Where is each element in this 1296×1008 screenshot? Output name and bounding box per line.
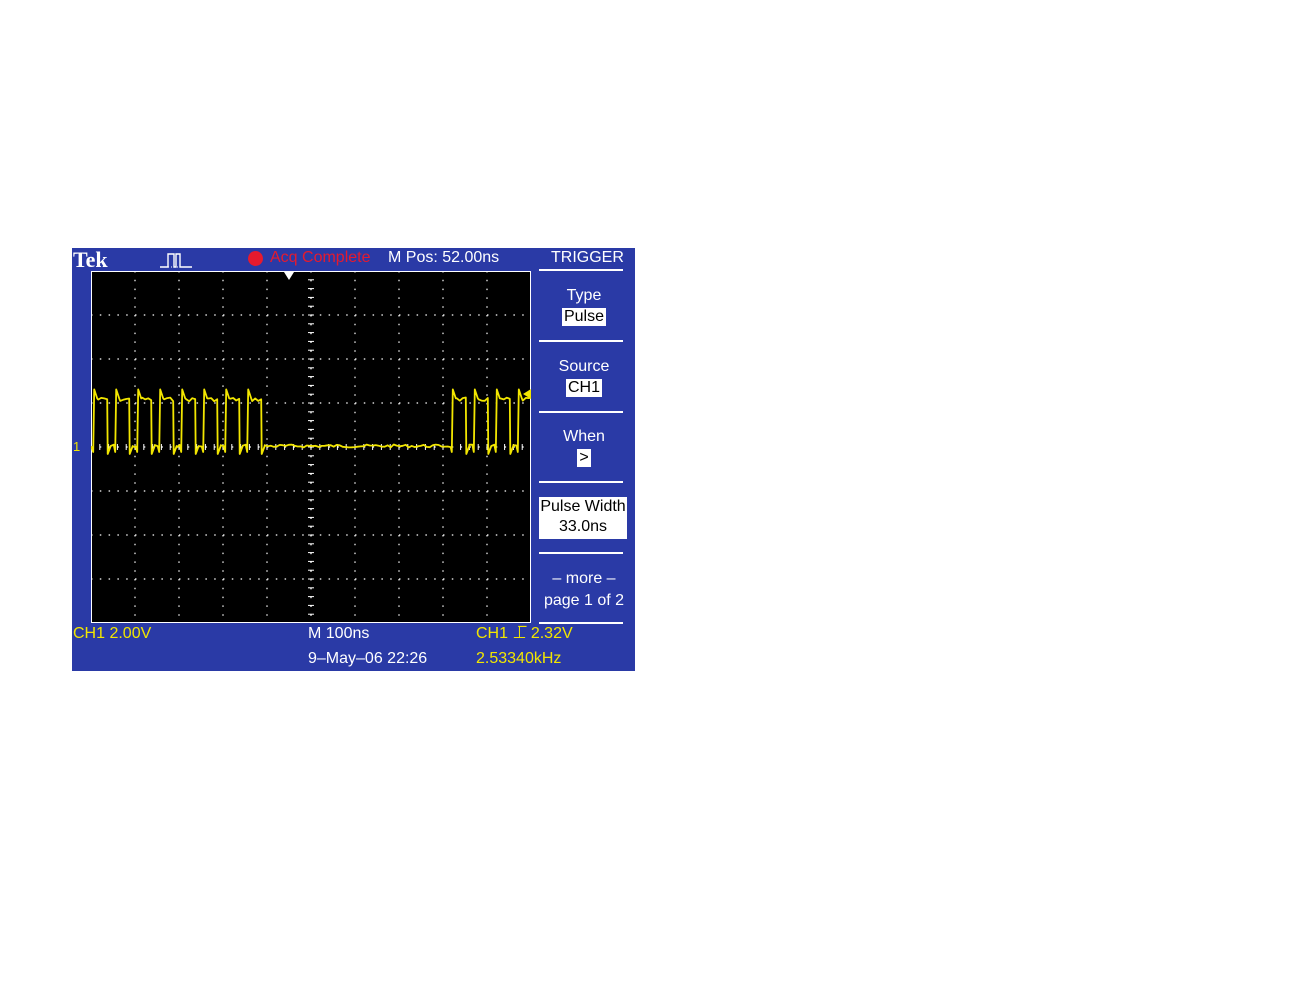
acquisition-status: Acq Complete — [270, 249, 371, 266]
menu-type-value: Pulse — [561, 308, 607, 326]
menu-source-label: Source — [558, 358, 610, 375]
menu-separator — [539, 481, 623, 483]
acquisition-status-indicator — [248, 251, 263, 266]
timebase-readout: M 100ns — [308, 625, 370, 642]
menu-type-label: Type — [566, 287, 602, 304]
menu-pulse-width-button[interactable]: Pulse Width 33.0ns — [539, 497, 627, 539]
menu-more-label: – more – — [552, 570, 616, 587]
ch1-scale-readout: CH1 2.00V — [73, 625, 152, 642]
menu-when-label: When — [563, 428, 605, 445]
brand-logo: Tek — [73, 247, 108, 272]
menu-title: TRIGGER — [551, 249, 624, 266]
oscilloscope-display: Tek Acq Complete M Pos: 52.00ns TRIGGER … — [72, 248, 635, 671]
menu-separator — [539, 269, 623, 271]
menu-more-button[interactable]: – more – page 1 of 2 — [536, 570, 632, 610]
menu-source-value: CH1 — [565, 379, 602, 397]
pulse-acquisition-icon — [160, 253, 192, 268]
menu-when-value: > — [577, 449, 591, 467]
menu-separator — [539, 411, 623, 413]
horizontal-position-readout: M Pos: 52.00ns — [388, 249, 500, 266]
menu-source-button[interactable]: Source CH1 — [536, 358, 632, 397]
channel-ground-marker: 1 — [73, 439, 81, 454]
menu-type-button[interactable]: Type Pulse — [536, 287, 632, 326]
menu-when-button[interactable]: When > — [536, 428, 632, 467]
trigger-readout: CH1 ⊥̅ 2.32V — [476, 625, 573, 642]
waveform-graticule — [91, 271, 531, 623]
date-time-readout: 9–May–06 22:26 — [308, 650, 428, 667]
menu-pulse-width-value: 33.0ns — [558, 518, 608, 535]
menu-separator — [539, 340, 623, 342]
menu-separator — [539, 622, 623, 624]
trigger-position-marker — [284, 272, 294, 280]
menu-separator — [539, 552, 623, 554]
menu-page-indicator: page 1 of 2 — [543, 592, 625, 609]
menu-pulse-width-label: Pulse Width — [540, 498, 626, 515]
frequency-readout: 2.53340kHz — [476, 650, 562, 667]
trigger-level-marker — [523, 389, 531, 399]
graticule-grid — [91, 271, 531, 623]
